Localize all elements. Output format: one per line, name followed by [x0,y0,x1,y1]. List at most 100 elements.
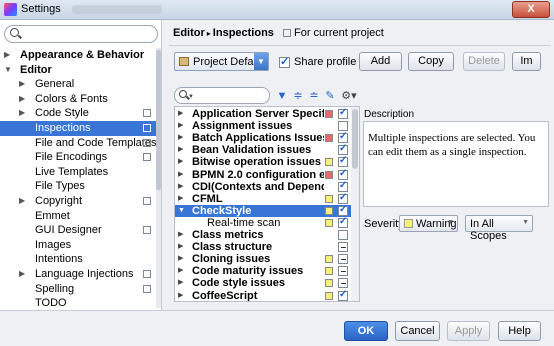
inspection-filter[interactable]: ▼ [174,87,270,104]
delete-button[interactable]: Delete [463,52,505,71]
apply-button[interactable]: Apply [447,321,490,341]
sidebar-item-copyright[interactable]: ▶ Copyright [0,194,161,209]
sidebar-item-intentions[interactable]: Intentions [0,252,161,267]
tree-row[interactable]: ▶ CFML [175,192,359,205]
search-options-icon[interactable]: ▼ [188,94,194,100]
tree-row[interactable]: Real-time scan [175,216,359,229]
sidebar-item-emmet[interactable]: Emmet [0,209,161,224]
sidebar-item-spelling[interactable]: Spelling [0,282,161,297]
scope-dropdown[interactable]: In All Scopes ▼ [465,215,533,242]
sidebar-item-general[interactable]: ▶ General [0,77,161,92]
chevron-right-icon[interactable]: ▶ [19,267,25,282]
collapse-all-icon[interactable]: ≐ [308,90,320,102]
inspection-enabled-checkbox[interactable] [338,254,348,265]
inspection-enabled-checkbox[interactable] [338,180,348,192]
tree-row[interactable]: ▶ Code maturity issues [175,265,359,277]
inspection-enabled-checkbox[interactable] [338,143,348,156]
chevron-right-icon[interactable]: ▶ [178,241,183,253]
sidebar-item-appearance-behavior[interactable]: ▶ Appearance & Behavior [0,48,161,63]
chevron-right-icon[interactable]: ▶ [178,265,183,277]
sidebar-item-code-style[interactable]: ▶ Code Style [0,106,161,121]
chevron-right-icon[interactable]: ▶ [178,193,183,205]
help-button[interactable]: Help [498,321,541,341]
tree-scrollbar-thumb[interactable] [352,109,358,169]
share-profile[interactable]: Share profile [279,55,356,68]
tree-row[interactable]: ▶ Application Server Specific Ins [175,107,359,120]
chevron-right-icon[interactable]: ▶ [178,156,183,168]
sidebar-item-colors-fonts[interactable]: ▶ Colors & Fonts [0,92,161,107]
tree-row[interactable]: ▶ BPMN 2.0 configuration errors [175,168,359,181]
sidebar-item-todo[interactable]: TODO [0,296,161,311]
tree-row[interactable]: ▶ Class structure [175,241,359,253]
inspection-enabled-checkbox[interactable] [338,121,348,132]
chevron-down-icon[interactable]: ▼ [178,205,185,217]
inspection-enabled-checkbox[interactable] [338,216,348,228]
sidebar-item-images[interactable]: Images [0,238,161,253]
chevron-down-icon[interactable]: ▼ [4,63,12,78]
chevron-right-icon[interactable]: ▶ [178,253,183,265]
copy-button[interactable]: Copy [408,52,454,71]
tree-row[interactable]: ▶ Class metrics [175,229,359,241]
sidebar-item-language-injections[interactable]: ▶ Language Injections [0,267,161,282]
inspection-enabled-checkbox[interactable] [338,242,348,253]
chevron-right-icon[interactable]: ▶ [19,92,25,107]
share-profile-checkbox[interactable] [279,55,290,68]
import-button[interactable]: Im [512,52,541,71]
chevron-right-icon[interactable]: ▶ [178,108,183,120]
inspection-enabled-checkbox[interactable] [338,204,348,216]
chevron-right-icon[interactable]: ▶ [178,277,183,289]
sidebar-scrollbar[interactable] [156,48,161,308]
severity-dropdown[interactable]: Warning ▼ [399,215,458,232]
cancel-button[interactable]: Cancel [395,321,440,341]
sidebar-item-file-encodings[interactable]: File Encodings [0,150,161,165]
expand-all-icon[interactable]: ≑ [292,90,304,102]
sidebar-item-inspections[interactable]: Inspections [0,121,161,136]
tree-row[interactable]: ▶ Cloning issues [175,253,359,265]
chevron-right-icon[interactable]: ▶ [178,181,183,193]
sidebar-item-live-templates[interactable]: Live Templates [0,165,161,180]
sidebar-item-editor[interactable]: ▼ Editor [0,63,161,78]
ok-button[interactable]: OK [344,321,388,341]
inspection-enabled-checkbox[interactable] [338,155,348,168]
close-button[interactable]: X [512,1,550,18]
tree-row[interactable]: ▶ Bitwise operation issues [175,155,359,168]
sidebar-item-file-types[interactable]: File Types [0,179,161,194]
filter-icon[interactable]: ▼ [276,90,288,102]
chevron-down-icon[interactable]: ▼ [254,53,268,70]
chevron-right-icon[interactable]: ▶ [178,132,183,144]
chevron-right-icon[interactable]: ▶ [178,120,183,132]
tree-row[interactable]: ▶ Batch Applications Issues [175,131,359,144]
chevron-right-icon[interactable]: ▶ [178,290,183,302]
sidebar-item-file-and-code-templates[interactable]: File and Code Templates [0,136,161,151]
reset-icon[interactable]: ✎ [324,90,336,102]
chevron-right-icon[interactable]: ▶ [178,229,183,241]
settings-search[interactable] [4,25,158,43]
inspection-enabled-checkbox[interactable] [338,168,348,180]
tree-row[interactable]: ▶ CoffeeScript [175,289,359,302]
tree-row[interactable]: ▶ Code style issues [175,277,359,289]
breadcrumb-editor[interactable]: Editor [173,27,205,39]
tree-row[interactable]: ▼ CheckStyle [175,204,359,218]
inspection-enabled-checkbox[interactable] [338,192,348,204]
sidebar-item-gui-designer[interactable]: GUI Designer [0,223,161,238]
chevron-right-icon[interactable]: ▶ [178,169,183,181]
inspection-enabled-checkbox[interactable] [338,230,348,240]
tree-row[interactable]: ▶ Bean Validation issues [175,143,359,156]
chevron-right-icon[interactable]: ▶ [19,194,25,209]
add-button[interactable]: Add [359,52,402,71]
chevron-right-icon[interactable]: ▶ [178,144,183,156]
inspection-enabled-checkbox[interactable] [338,266,348,277]
chevron-right-icon[interactable]: ▶ [4,48,10,63]
tree-row[interactable]: ▶ Assignment issues [175,120,359,132]
chevron-right-icon[interactable]: ▶ [19,77,25,92]
profile-dropdown[interactable]: Project Default ▼ [174,52,269,71]
inspection-enabled-checkbox[interactable] [338,107,348,119]
inspection-enabled-checkbox[interactable] [338,278,348,289]
settings-search-input[interactable] [23,27,153,41]
inspection-enabled-checkbox[interactable] [338,289,348,301]
sidebar-scrollbar-thumb[interactable] [156,50,161,190]
settings-gear-icon[interactable]: ⚙▾ [340,90,358,102]
tree-row[interactable]: ▶ CDI(Contexts and Dependency [175,180,359,193]
chevron-right-icon[interactable]: ▶ [19,106,25,121]
inspection-enabled-checkbox[interactable] [338,131,348,143]
